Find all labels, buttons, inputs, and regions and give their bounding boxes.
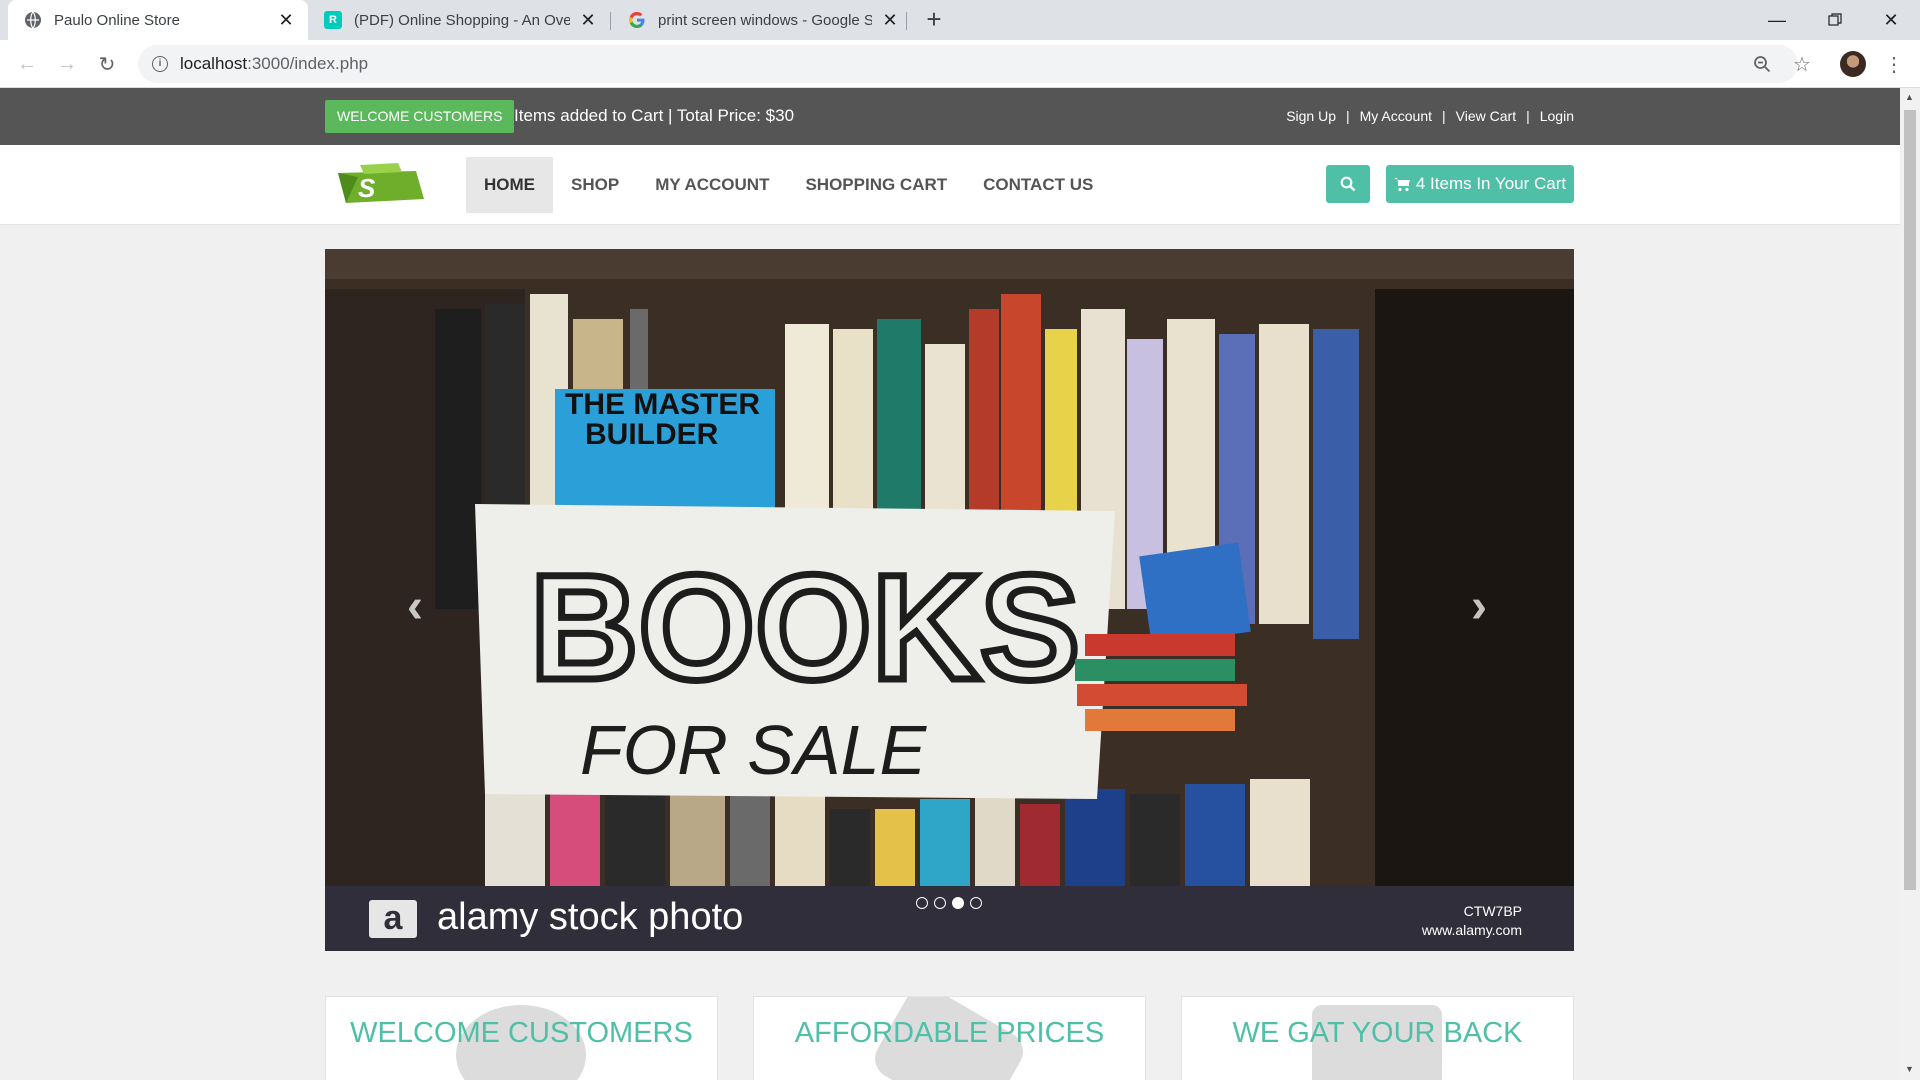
svg-text:S: S [358,173,376,203]
feature-title: WE GAT YOUR BACK [1232,1017,1523,1049]
account-links: Sign Up | My Account | View Cart | Login [1286,108,1574,124]
page-scrollbar[interactable]: ▲ ▼ [1900,88,1920,1080]
close-tab-icon[interactable]: ✕ [276,10,296,30]
address-bar[interactable]: i localhost:3000/index.php [138,45,1798,83]
carousel-indicators [916,897,982,909]
browser-toolbar: ← → ↻ i localhost:3000/index.php ☆ ⋮ [0,40,1920,88]
tab-pdf-online-shopping[interactable]: R (PDF) Online Shopping - An Over ✕ [308,0,610,40]
cart-items-button[interactable]: 4 Items In Your Cart [1386,165,1574,203]
menu-kebab-icon[interactable]: ⋮ [1880,50,1908,78]
view-cart-link[interactable]: View Cart [1456,108,1516,124]
forward-arrow-icon[interactable]: → [53,50,81,78]
carousel-indicator-1[interactable] [916,897,928,909]
feature-title: AFFORDABLE PRICES [794,1017,1105,1049]
close-tab-icon[interactable]: ✕ [880,10,900,30]
tab-title: Paulo Online Store [54,11,180,29]
my-account-link[interactable]: My Account [1360,108,1432,124]
svg-text:FOR SALE: FOR SALE [580,711,928,789]
google-icon [628,11,646,29]
close-tab-icon[interactable]: ✕ [578,10,598,30]
profile-avatar[interactable] [1840,51,1866,77]
nav-my-account[interactable]: MY ACCOUNT [637,157,787,213]
carousel-slide-image: BOOKS FOR SALE THE MASTER BUILDER [325,249,1574,886]
stock-id: CTW7BP [1463,903,1522,919]
url-path: :3000/index.php [247,54,369,73]
tab-paulo-online-store[interactable]: Paulo Online Store ✕ [8,0,308,40]
top-info-bar: WELCOME CUSTOMERS Items added to Cart | … [0,88,1900,145]
link-separator: | [1346,108,1350,124]
login-link[interactable]: Login [1540,108,1574,124]
nav-home[interactable]: HOME [466,157,553,213]
search-button[interactable] [1326,165,1370,203]
link-separator: | [1442,108,1446,124]
store-logo[interactable]: S [328,155,448,211]
cart-button-label: 4 Items In Your Cart [1415,174,1567,193]
url-host: localhost [180,54,248,73]
stock-reference: CTW7BP www.alamy.com [1422,902,1522,940]
svg-text:BOOKS: BOOKS [530,543,1080,711]
nav-shop[interactable]: SHOP [553,157,637,213]
hero-carousel[interactable]: BOOKS FOR SALE THE MASTER BUILDER ‹ › a … [325,249,1574,951]
carousel-indicator-3[interactable] [952,897,964,909]
feature-title: WELCOME CUSTOMERS [350,1017,693,1049]
reload-icon[interactable]: ↻ [93,50,121,78]
restore-icon[interactable] [1806,0,1864,40]
tab-separator [906,12,907,30]
bookmark-star-icon[interactable]: ☆ [1788,50,1816,78]
scroll-up-arrow-icon[interactable]: ▲ [1905,92,1914,102]
new-tab-button[interactable]: + [920,6,948,34]
svg-text:BUILDER: BUILDER [585,418,719,451]
carousel-indicator-2[interactable] [934,897,946,909]
url-text: localhost:3000/index.php [180,54,368,74]
cart-summary-text: Items added to Cart | Total Price: $30 [514,106,795,125]
primary-nav: HOME SHOP MY ACCOUNT SHOPPING CART CONTA… [466,157,1111,213]
tab-separator [610,12,611,30]
tab-google-search[interactable]: print screen windows - Google S ✕ [612,0,912,40]
main-navbar: S HOME SHOP MY ACCOUNT SHOPPING CART CON… [0,145,1900,225]
feature-card-support: WE GAT YOUR BACK [1181,996,1574,1080]
minimize-icon[interactable]: — [1748,0,1806,40]
stock-site: www.alamy.com [1421,922,1522,938]
sign-up-link[interactable]: Sign Up [1286,108,1336,124]
shopping-cart-icon [1393,177,1410,191]
tab-title: (PDF) Online Shopping - An Over [354,11,570,29]
carousel-caption-bar: a alamy stock photo CTW7BP www.alamy.com [325,886,1574,951]
svg-text:THE MASTER: THE MASTER [565,388,760,421]
carousel-indicator-4[interactable] [970,897,982,909]
close-window-icon[interactable]: ✕ [1862,0,1920,40]
zoom-icon[interactable] [1748,50,1776,78]
scroll-down-arrow-icon[interactable]: ▼ [1905,1064,1914,1074]
watermark-text: alamy stock photo [437,896,744,938]
globe-icon [24,11,42,29]
carousel-prev-arrow[interactable]: ‹ [407,579,423,634]
link-separator: | [1526,108,1530,124]
welcome-customers-button[interactable]: WELCOME CUSTOMERS [325,100,515,133]
browser-tab-strip: Paulo Online Store ✕ R (PDF) Online Shop… [0,0,1920,40]
researchgate-icon: R [324,11,342,29]
back-arrow-icon[interactable]: ← [13,50,41,78]
nav-shopping-cart[interactable]: SHOPPING CART [787,157,965,213]
alamy-logo: a [369,900,417,938]
search-icon [1340,176,1356,192]
carousel-next-arrow[interactable]: › [1471,579,1487,634]
tab-title: print screen windows - Google S [658,11,872,29]
nav-contact-us[interactable]: CONTACT US [965,157,1111,213]
feature-card-prices: AFFORDABLE PRICES [753,996,1146,1080]
info-icon[interactable]: i [152,56,168,72]
scrollbar-thumb[interactable] [1904,110,1916,890]
web-page: WELCOME CUSTOMERS Items added to Cart | … [0,88,1920,1080]
feature-card-welcome: WELCOME CUSTOMERS [325,996,718,1080]
